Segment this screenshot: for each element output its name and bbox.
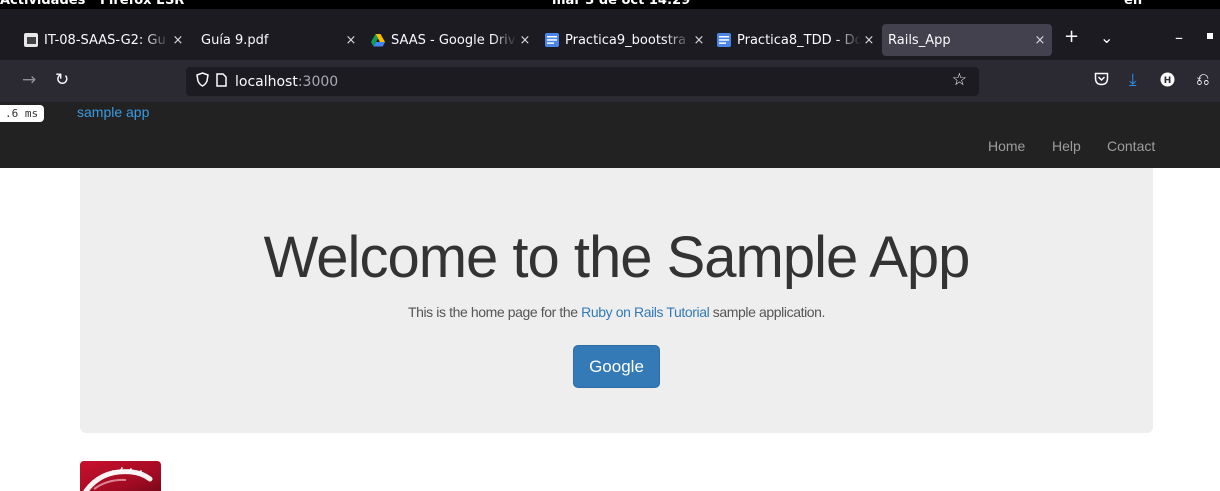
- tab-label: Rails_App: [888, 32, 951, 48]
- tab-practica8[interactable]: Practica8_TDD - Do ×: [711, 24, 881, 56]
- tab-label: Practica8_TDD - Do: [737, 32, 861, 48]
- nav-contact-link[interactable]: Contact: [1107, 138, 1155, 154]
- close-icon[interactable]: ×: [1032, 33, 1048, 48]
- activities-label[interactable]: Actividades: [0, 0, 85, 8]
- downloads-icon[interactable]: ⤓: [1129, 70, 1137, 90]
- ruby-on-rails-tutorial-link[interactable]: Ruby on Rails Tutorial: [581, 304, 710, 320]
- tab-list-button[interactable]: ⌄: [1100, 28, 1113, 47]
- intro-text-before: This is the home page for the: [407, 304, 582, 320]
- pocket-icon[interactable]: [1094, 71, 1109, 91]
- tab-label: Practica9_bootstra: [565, 32, 687, 48]
- moodle-icon: [24, 33, 38, 47]
- intro-text: This is the home page for the Ruby on Ra…: [80, 304, 1153, 320]
- bookmark-star-icon[interactable]: ☆: [952, 70, 967, 90]
- url-text[interactable]: localhost:3000: [235, 74, 338, 90]
- nav-help-link[interactable]: Help: [1052, 138, 1081, 154]
- navigation-toolbar: → ↻ localhost:3000 ☆ ⤓ H ⎌: [0, 60, 1220, 102]
- tab-guia-pdf[interactable]: Guía 9.pdf ×: [195, 24, 363, 56]
- address-bar[interactable]: localhost:3000 ☆: [186, 67, 979, 96]
- clock-label[interactable]: mar 3 de oct 14:29: [552, 0, 690, 8]
- tab-strip: IT-08-SAAS-G2: Gu × Guía 9.pdf × SAAS - …: [0, 9, 1220, 60]
- account-avatar-icon[interactable]: H: [1160, 72, 1175, 92]
- google-drive-icon: [371, 33, 385, 47]
- close-icon[interactable]: ×: [517, 33, 533, 48]
- google-docs-icon: [545, 33, 559, 47]
- jumbotron: Welcome to the Sample App This is the ho…: [80, 168, 1153, 433]
- tab-label: Guía 9.pdf: [201, 32, 269, 48]
- page-title: Welcome to the Sample App: [263, 225, 971, 290]
- tab-moodle[interactable]: IT-08-SAAS-G2: Gu ×: [18, 24, 190, 56]
- tab-label: SAAS - Google Driv: [391, 32, 516, 48]
- tab-label: IT-08-SAAS-G2: Gu: [44, 32, 166, 48]
- rails-logo-image[interactable]: [80, 461, 161, 491]
- rack-mini-profiler-badge[interactable]: .6 ms: [0, 105, 45, 122]
- logo-link[interactable]: sample app: [77, 104, 149, 120]
- new-tab-button[interactable]: +: [1064, 26, 1079, 47]
- tab-practica9[interactable]: Practica9_bootstra ×: [539, 24, 711, 56]
- rails-logo-mark: [83, 467, 153, 491]
- forward-icon[interactable]: →: [22, 70, 36, 90]
- language-indicator[interactable]: en: [1124, 0, 1142, 8]
- nav-home-link[interactable]: Home: [988, 138, 1025, 154]
- url-port: :3000: [297, 73, 339, 90]
- intro-text-after: sample application.: [709, 304, 826, 320]
- google-button[interactable]: Google: [573, 345, 660, 388]
- tab-google-drive[interactable]: SAAS - Google Driv ×: [365, 24, 537, 56]
- svg-text:H: H: [1164, 76, 1172, 86]
- url-host: localhost: [235, 73, 298, 90]
- minimize-button[interactable]: –: [1175, 28, 1183, 47]
- system-top-bar: Actividades Firefox ESR mar 3 de oct 14:…: [0, 0, 1220, 9]
- tracking-shield-icon[interactable]: [196, 72, 209, 91]
- site-header: .6 ms sample app Home Help Contact: [0, 102, 1220, 168]
- extensions-icon[interactable]: ⎌: [1196, 70, 1210, 90]
- google-docs-icon: [717, 33, 731, 47]
- close-icon[interactable]: ×: [691, 33, 707, 48]
- window-control-icon[interactable]: [1207, 33, 1213, 39]
- tab-rails-app[interactable]: Rails_App ×: [882, 24, 1052, 56]
- close-icon[interactable]: ×: [343, 33, 359, 48]
- close-icon[interactable]: ×: [861, 33, 877, 48]
- page-icon[interactable]: [216, 72, 227, 91]
- reload-icon[interactable]: ↻: [55, 70, 69, 90]
- app-menu-label[interactable]: Firefox ESR: [100, 0, 184, 8]
- close-icon[interactable]: ×: [170, 33, 186, 48]
